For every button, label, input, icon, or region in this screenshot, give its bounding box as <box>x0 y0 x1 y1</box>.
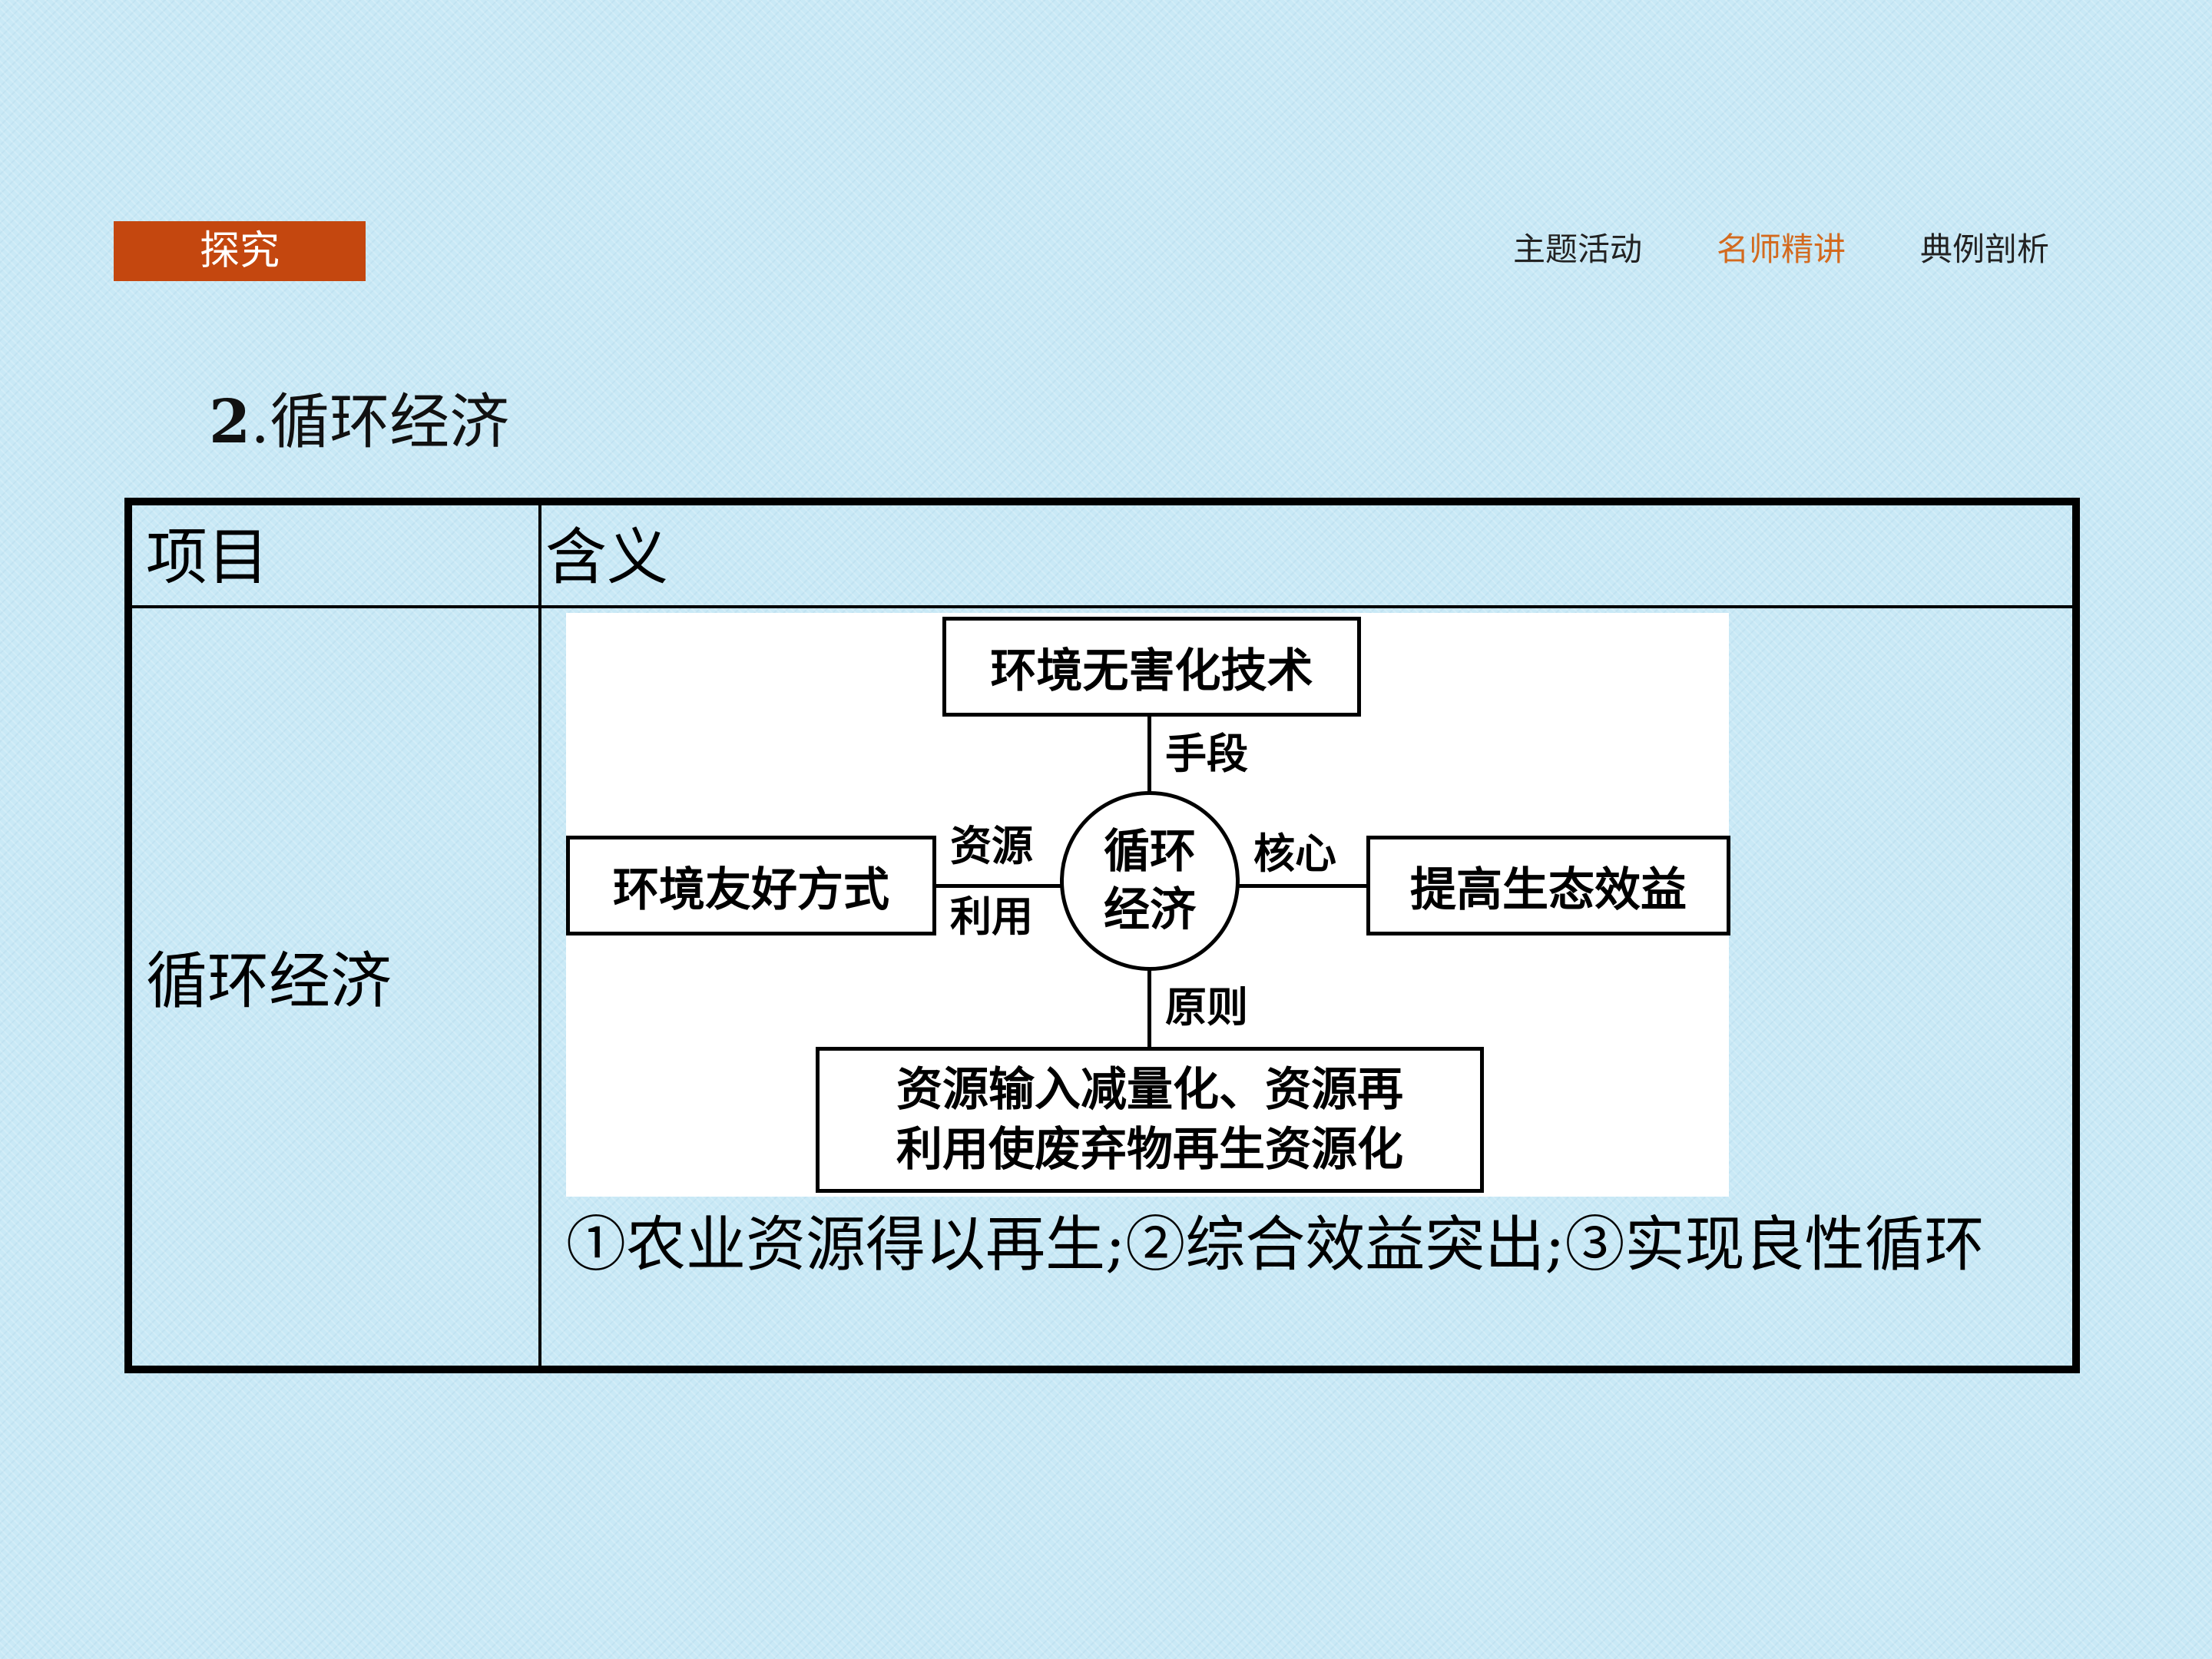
diagram-box-right: 提高生态效益 <box>1366 836 1730 935</box>
page-title: 2.循环经济 <box>209 380 509 465</box>
connector-left <box>936 884 1061 888</box>
diagram-box-bottom-line-2: 利用使废弃物再生资源化 <box>896 1123 1403 1177</box>
table-row-divider <box>132 605 2072 608</box>
diagram-center-circle: 循环 经济 <box>1060 791 1240 971</box>
table-description: ①农业资源得以再生;②综合效益突出;③实现良性循环 <box>566 1210 1985 1280</box>
connector-bottom <box>1147 969 1151 1048</box>
diagram-center-line-1: 循环 <box>1104 825 1196 879</box>
diagram-box-top: 环境无害化技术 <box>942 617 1361 717</box>
diagram-box-left: 环境友好方式 <box>566 836 936 935</box>
table-column-divider <box>538 505 541 1366</box>
connector-top <box>1147 717 1151 793</box>
diagram-box-bottom: 资源输入减量化、资源再 利用使废弃物再生资源化 <box>816 1047 1484 1193</box>
table-header-item: 项目 <box>146 522 269 593</box>
section-number: 2 <box>209 387 251 457</box>
table-header-meaning: 含义 <box>545 522 668 593</box>
table-row-label: 循环经济 <box>146 945 392 1017</box>
diagram-center-line-2: 经济 <box>1104 883 1196 937</box>
nav-item-theme-activity[interactable]: 主题活动 <box>1513 223 1642 276</box>
diagram-label-top: 手段 <box>1165 729 1248 778</box>
diagram-label-left-1: 资源 <box>950 821 1033 870</box>
connector-right <box>1238 884 1367 888</box>
nav-item-teacher-lecture[interactable]: 名师精讲 <box>1717 223 1846 276</box>
diagram-label-bottom: 原则 <box>1165 982 1248 1031</box>
content-table: 项目 含义 循环经济 环境无害化技术 环境友好方式 提高生态效益 资源输入减量化… <box>124 498 2080 1373</box>
section-tag: 探究 <box>114 221 366 281</box>
diagram-label-left-2: 利用 <box>950 892 1033 941</box>
diagram-label-right: 核心 <box>1253 829 1336 878</box>
section-title-text: .循环经济 <box>250 388 510 457</box>
nav-item-example-analysis[interactable]: 典例剖析 <box>1920 223 2049 276</box>
circular-economy-diagram: 环境无害化技术 环境友好方式 提高生态效益 资源输入减量化、资源再 利用使废弃物… <box>566 613 1730 1197</box>
diagram-box-bottom-line-1: 资源输入减量化、资源再 <box>896 1063 1403 1117</box>
